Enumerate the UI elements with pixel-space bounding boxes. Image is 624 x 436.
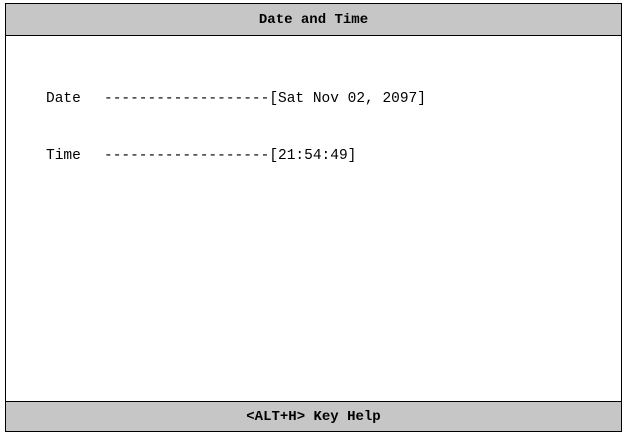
time-label: Time [46, 148, 81, 164]
key-help-hint: <ALT+H> Key Help [246, 408, 381, 425]
title-bar: Date and Time [6, 4, 621, 36]
time-value[interactable]: [21:54:49] [269, 147, 356, 166]
date-leader: ------------------- [104, 91, 270, 107]
date-label: Date [46, 91, 81, 107]
time-row[interactable]: Time ------------------- [21:54:49] [46, 147, 426, 166]
settings-list: Date ------------------- [Sat Nov 02, 2097… [46, 52, 426, 204]
bios-window: Date and Time Date ------------------- [Sa… [5, 3, 622, 432]
date-value[interactable]: [Sat Nov 02, 2097] [269, 90, 426, 109]
page-title: Date and Time [258, 11, 369, 28]
time-leader: ------------------- [104, 148, 270, 164]
status-bar: <ALT+H> Key Help [6, 401, 621, 431]
date-row[interactable]: Date ------------------- [Sat Nov 02, 2097… [46, 90, 426, 109]
